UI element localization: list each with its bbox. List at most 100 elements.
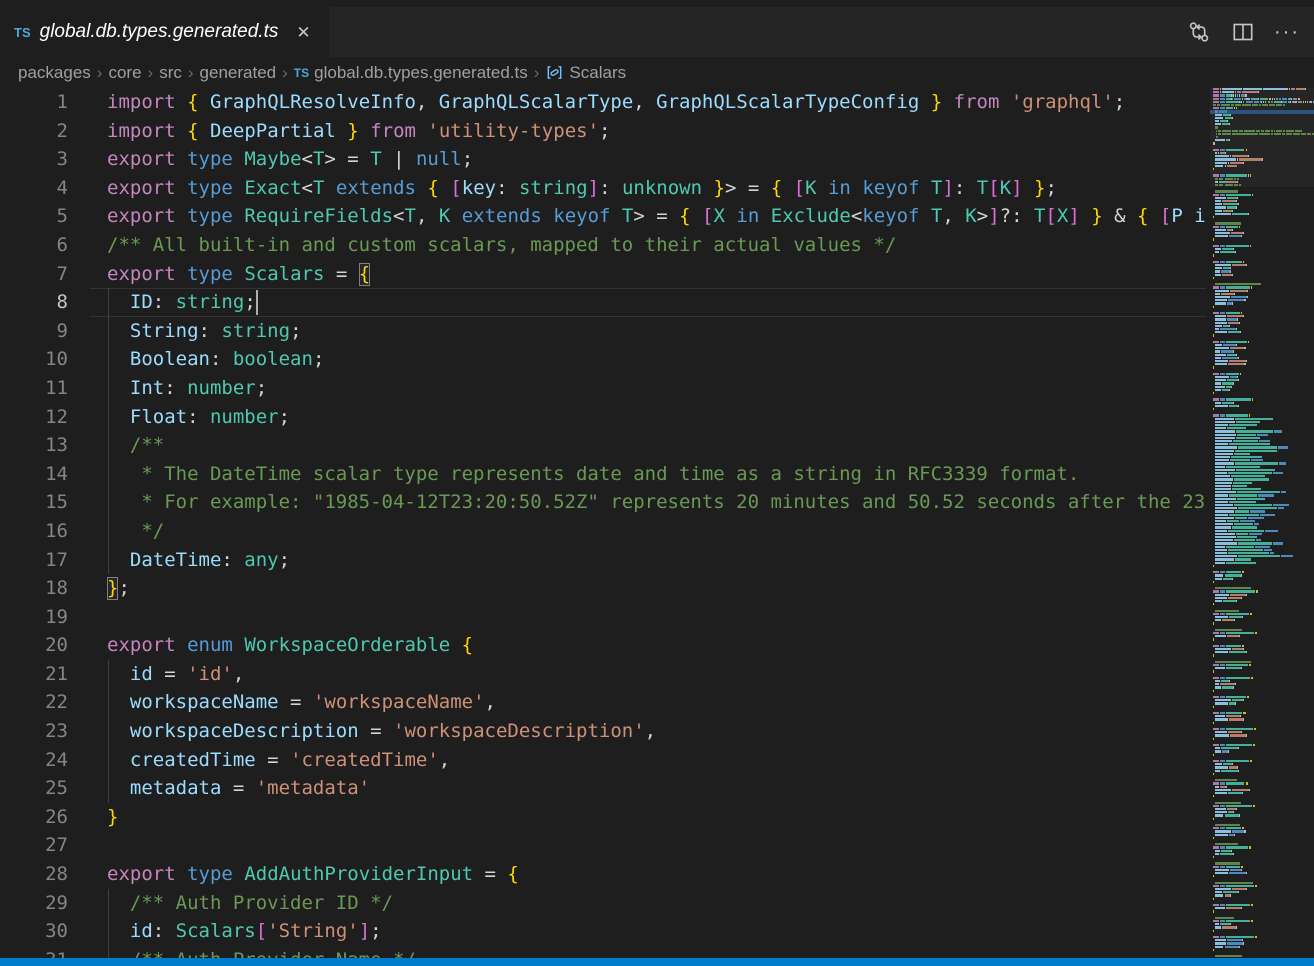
line-number[interactable]: 21	[0, 660, 68, 689]
code-line[interactable]: 27	[0, 831, 1206, 860]
line-number[interactable]: 3	[0, 145, 68, 174]
minimap-line	[1213, 853, 1234, 855]
breadcrumb-label: core	[108, 63, 141, 83]
minimap-line	[1213, 357, 1239, 359]
line-number[interactable]: 28	[0, 860, 68, 889]
line-number[interactable]: 8	[0, 288, 68, 317]
minimap[interactable]	[1210, 88, 1314, 958]
minimap-line	[1213, 786, 1227, 788]
code-line[interactable]: 20export enum WorkspaceOrderable {	[0, 631, 1206, 660]
line-number[interactable]: 24	[0, 746, 68, 775]
line-number[interactable]: 15	[0, 488, 68, 517]
code-line[interactable]: 24 createdTime = 'createdTime',	[0, 746, 1206, 775]
minimap-line	[1213, 645, 1244, 647]
line-number[interactable]: 13	[0, 431, 68, 460]
minimap-line	[1213, 402, 1234, 404]
code-line[interactable]: 17 DateTime: any;	[0, 546, 1206, 575]
code-line[interactable]: 14 * The DateTime scalar type represents…	[0, 460, 1206, 489]
code-line[interactable]: 19	[0, 603, 1206, 632]
minimap-line	[1213, 590, 1258, 592]
line-number[interactable]: 18	[0, 574, 68, 603]
code-text: /** Auth Provider Name */	[107, 946, 416, 958]
line-number[interactable]: 20	[0, 631, 68, 660]
minimap-line	[1213, 738, 1214, 740]
code-line[interactable]: 12 Float: number;	[0, 403, 1206, 432]
line-number[interactable]: 10	[0, 345, 68, 374]
code-line[interactable]: 28export type AddAuthProviderInput = {	[0, 860, 1206, 889]
line-number[interactable]: 1	[0, 88, 68, 117]
line-number[interactable]: 25	[0, 774, 68, 803]
breadcrumb-item-generated[interactable]: generated	[200, 63, 277, 83]
code-line[interactable]: 3export type Maybe<T> = T | null;	[0, 145, 1206, 174]
more-actions-button[interactable]: ···	[1270, 15, 1304, 49]
minimap-line	[1213, 213, 1249, 215]
split-editor-button[interactable]	[1226, 15, 1260, 49]
code-line[interactable]: 22 workspaceName = 'workspaceName',	[0, 688, 1206, 717]
chevron-right-icon: ›	[97, 63, 103, 83]
code-line[interactable]: 30 id: Scalars['String'];	[0, 917, 1206, 946]
code-line[interactable]: 18};	[0, 574, 1206, 603]
line-number[interactable]: 17	[0, 546, 68, 575]
line-number[interactable]: 14	[0, 460, 68, 489]
open-changes-button[interactable]	[1182, 15, 1216, 49]
code-line[interactable]: 23 workspaceDescription = 'workspaceDesc…	[0, 717, 1206, 746]
minimap-line	[1213, 101, 1314, 103]
code-text: };	[107, 574, 130, 603]
code-text: * For example: "1985-04-12T23:20:50.52Z"…	[107, 488, 1205, 517]
breadcrumb-item-global-db-types-generated-ts[interactable]: TSglobal.db.types.generated.ts	[294, 63, 528, 83]
close-icon[interactable]: ✕	[294, 22, 312, 43]
line-number[interactable]: 6	[0, 231, 68, 260]
breadcrumb-item-packages[interactable]: packages	[18, 63, 91, 83]
line-number[interactable]: 9	[0, 317, 68, 346]
line-number[interactable]: 11	[0, 374, 68, 403]
code-line[interactable]: 4export type Exact<T extends { [key: str…	[0, 174, 1206, 203]
minimap-line	[1213, 651, 1247, 653]
code-line[interactable]: 10 Boolean: boolean;	[0, 345, 1206, 374]
chevron-right-icon: ›	[148, 63, 154, 83]
breadcrumb-item-scalars[interactable]: Scalars	[545, 63, 626, 83]
line-number[interactable]: 19	[0, 603, 68, 632]
code-line[interactable]: 31 /** Auth Provider Name */	[0, 946, 1206, 958]
line-number[interactable]: 4	[0, 174, 68, 203]
code-line[interactable]: 11 Int: number;	[0, 374, 1206, 403]
minimap-line	[1213, 536, 1257, 538]
line-number[interactable]: 30	[0, 917, 68, 946]
breadcrumb-item-core[interactable]: core	[108, 63, 141, 83]
code-line[interactable]: 16 */	[0, 517, 1206, 546]
minimap-line	[1213, 904, 1253, 906]
line-number[interactable]: 7	[0, 260, 68, 289]
code-line[interactable]: 9 String: string;	[0, 317, 1206, 346]
code-line[interactable]: 21 id = 'id',	[0, 660, 1206, 689]
code-line[interactable]: 13 /**	[0, 431, 1206, 460]
line-number[interactable]: 16	[0, 517, 68, 546]
line-number[interactable]: 12	[0, 403, 68, 432]
line-number[interactable]: 27	[0, 831, 68, 860]
code-line[interactable]: 2import { DeepPartial } from 'utility-ty…	[0, 117, 1206, 146]
line-number[interactable]: 26	[0, 803, 68, 832]
minimap-line	[1213, 728, 1256, 730]
code-line[interactable]: 29 /** Auth Provider ID */	[0, 889, 1206, 918]
code-line[interactable]: 5export type RequireFields<T, K extends …	[0, 202, 1206, 231]
code-line[interactable]: 15 * For example: "1985-04-12T23:20:50.5…	[0, 488, 1206, 517]
breadcrumb-item-src[interactable]: src	[159, 63, 182, 83]
code-line[interactable]: 8 ID: string;	[0, 288, 1206, 317]
code-area[interactable]: 1import { GraphQLResolveInfo, GraphQLSca…	[0, 88, 1206, 958]
minimap-line	[1213, 558, 1251, 560]
code-line[interactable]: 25 metadata = 'metadata'	[0, 774, 1206, 803]
code-line[interactable]: 6/** All built-in and custom scalars, ma…	[0, 231, 1206, 260]
status-bar[interactable]	[0, 958, 1314, 966]
minimap-line	[1213, 747, 1239, 749]
code-text: metadata = 'metadata'	[107, 774, 370, 803]
editor-tab[interactable]: TS global.db.types.generated.ts ✕	[0, 7, 329, 57]
code-line[interactable]: 7export type Scalars = {	[0, 260, 1206, 289]
minimap-line	[1213, 680, 1230, 682]
line-number[interactable]: 22	[0, 688, 68, 717]
line-number[interactable]: 5	[0, 202, 68, 231]
line-number[interactable]: 2	[0, 117, 68, 146]
line-number[interactable]: 29	[0, 889, 68, 918]
code-line[interactable]: 1import { GraphQLResolveInfo, GraphQLSca…	[0, 88, 1206, 117]
line-number[interactable]: 23	[0, 717, 68, 746]
line-number[interactable]: 31	[0, 946, 68, 958]
code-line[interactable]: 26}	[0, 803, 1206, 832]
code-text: * The DateTime scalar type represents da…	[107, 460, 1079, 489]
